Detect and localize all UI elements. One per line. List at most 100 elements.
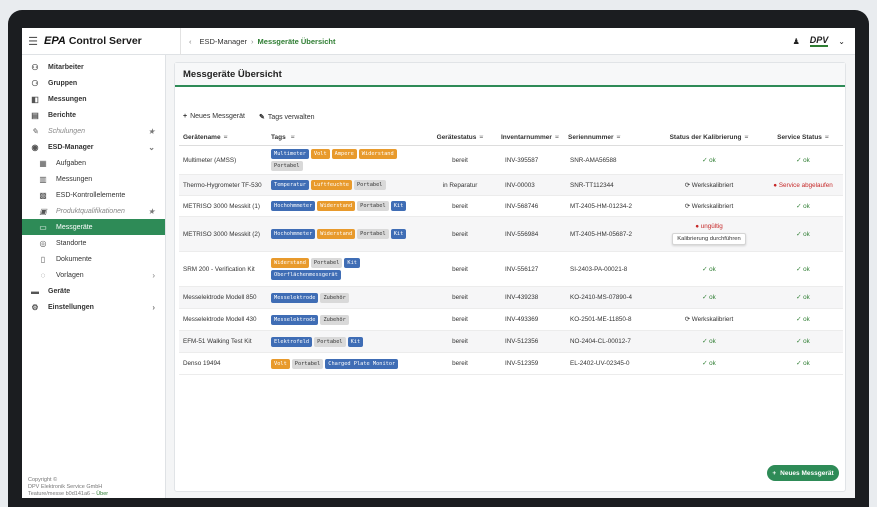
device-name[interactable]: Denso 19494 bbox=[179, 360, 271, 367]
sidebar-item-label: Messgeräte bbox=[56, 223, 93, 231]
breadcrumb: ‹ ESD-Manager › Messgeräte Übersicht bbox=[180, 28, 335, 55]
tag-chip: Widerstand bbox=[358, 149, 397, 159]
star-icon[interactable]: ★ bbox=[148, 127, 155, 136]
serial-number: KO-2501-ME-11850-8 bbox=[570, 316, 632, 323]
column-header[interactable]: Tags ⩸ bbox=[271, 134, 429, 142]
hamburger-menu-icon[interactable]: ☰ bbox=[22, 35, 44, 48]
star-icon[interactable]: ★ bbox=[148, 207, 155, 216]
sidebar-item-berichte[interactable]: ▤ Berichte bbox=[22, 107, 165, 123]
sidebar-item-dokumente[interactable]: ▯ Dokumente bbox=[22, 251, 165, 267]
toolbar: + Neues Messgerät ✎ Tags verwalten bbox=[183, 113, 315, 121]
sidebar-item-vorlagen[interactable]: ◌ Vorlagen › bbox=[22, 267, 165, 283]
sidebar-item-einstellungen[interactable]: ⚙ Einstellungen › bbox=[22, 299, 165, 315]
device-icon: ▭ bbox=[39, 222, 47, 232]
filter-icon[interactable]: ⩸ bbox=[479, 134, 483, 141]
device-name[interactable]: METRISO 3000 Messkit (2) bbox=[179, 231, 271, 238]
table-row[interactable]: Messelektrode Modell 850 Messelektrode Zub… bbox=[179, 287, 843, 309]
filter-icon[interactable]: ⩸ bbox=[825, 134, 829, 141]
table-row[interactable]: Multimeter (AMSS) Multimeter Volt Ampere Wid… bbox=[179, 146, 843, 175]
table-row[interactable]: Denso 19494 Volt Portabel Charged Plate Mon… bbox=[179, 353, 843, 375]
chevron-down-icon[interactable]: ⌄ bbox=[838, 37, 845, 46]
column-header[interactable]: Inventarnummer ⩸ bbox=[491, 134, 559, 142]
calibration-status-text: ● ungültig bbox=[695, 223, 723, 230]
column-header[interactable]: Gerätestatus ⩸ bbox=[429, 134, 491, 142]
table-row[interactable]: METRISO 3000 Messkit (2) Hochohmmeter Wide… bbox=[179, 217, 843, 252]
column-header[interactable]: Gerätename ⩸ bbox=[179, 134, 271, 142]
sidebar-item-standorte[interactable]: ◎ Standorte bbox=[22, 235, 165, 251]
sidebar-item-messungen-sub[interactable]: ▥ Messungen bbox=[22, 171, 165, 187]
sidebar-item-messgeraete[interactable]: ▭ Messgeräte bbox=[22, 219, 165, 235]
calibration-status-text: ⟳ Werkskalibriert bbox=[684, 181, 734, 189]
sidebar-item-geraete[interactable]: ▬ Geräte bbox=[22, 283, 165, 299]
perform-calibration-button[interactable]: Kalibrierung durchführen bbox=[672, 233, 746, 245]
chevron-left-icon[interactable]: ‹ bbox=[189, 37, 192, 46]
device-name[interactable]: Multimeter (AMSS) bbox=[179, 157, 271, 164]
chevron-right-icon[interactable]: › bbox=[152, 303, 155, 312]
tag-list: Elektrofeld Portabel Kit bbox=[271, 336, 429, 347]
tag-list: Hochohmmeter Widerstand Portabel Kit bbox=[271, 229, 429, 239]
column-header[interactable]: Status der Kalibrierung ⩸ bbox=[655, 134, 763, 142]
device-name[interactable]: Thermo-Hygrometer TF-530 bbox=[179, 182, 271, 189]
device-status: bereit bbox=[452, 360, 468, 367]
column-label: Status der Kalibrierung bbox=[669, 133, 742, 141]
column-header[interactable]: Seriennummer ⩸ bbox=[558, 134, 655, 142]
tag-chip: Volt bbox=[271, 358, 290, 369]
fab-label: Neues Messgerät bbox=[780, 469, 834, 477]
service-status: ✓ ok bbox=[796, 230, 810, 238]
tag-chip: Temperatur bbox=[271, 180, 309, 190]
filter-icon[interactable]: ⩸ bbox=[291, 134, 295, 142]
table-header: Gerätename ⩸ Tags ⩸ Gerätestatus ⩸ Inventar… bbox=[179, 130, 843, 146]
table-row[interactable]: Thermo-Hygrometer TF-530 Temperatur Luftfe… bbox=[179, 175, 843, 196]
device-name[interactable]: EFM-51 Walking Test Kit bbox=[179, 338, 271, 345]
device-name[interactable]: Messelektrode Modell 850 bbox=[179, 294, 271, 301]
chevron-down-icon[interactable]: ⌄ bbox=[148, 143, 155, 152]
new-device-fab[interactable]: + Neues Messgerät bbox=[767, 465, 839, 481]
table-row[interactable]: SRM 200 - Verification Kit Widerstand Port… bbox=[179, 252, 843, 287]
device-status: bereit bbox=[452, 156, 468, 164]
copyright-block: Copyright © DPV Elektronik Service GmbH … bbox=[28, 477, 108, 498]
table-row[interactable]: Messelektrode Modell 430 Messelektrode Zub… bbox=[179, 309, 843, 331]
table-row[interactable]: EFM-51 Walking Test Kit Elektrofeld Portab… bbox=[179, 331, 843, 353]
sidebar-item-mitarbeiter[interactable]: ⚇ Mitarbeiter bbox=[22, 59, 165, 75]
sidebar-item-produktqualifikationen[interactable]: ▣ Produktqualifikationen ★ bbox=[22, 203, 165, 219]
tag-chip: Zubehör bbox=[320, 314, 349, 325]
sidebar-item-esd-manager[interactable]: ◉ ESD-Manager ⌄ bbox=[22, 139, 165, 155]
chevron-right-icon[interactable]: › bbox=[152, 271, 155, 280]
app-screen: ☰ EPA Control Server ‹ ESD-Manager › Mes… bbox=[22, 28, 855, 498]
device-name[interactable]: SRM 200 - Verification Kit bbox=[179, 266, 271, 273]
device-name[interactable]: METRISO 3000 Messkit (1) bbox=[179, 203, 271, 210]
device-name[interactable]: Messelektrode Modell 430 bbox=[179, 316, 271, 323]
sidebar-item-schulungen[interactable]: ✎ Schulungen ★ bbox=[22, 123, 165, 139]
task-icon: ▦ bbox=[39, 158, 47, 168]
new-device-button[interactable]: + Neues Messgerät bbox=[183, 113, 245, 121]
control-icon: ▩ bbox=[39, 190, 47, 200]
inventory-number: INV-512359 bbox=[505, 360, 539, 367]
service-status: ✓ ok bbox=[796, 202, 810, 210]
tag-chip: Widerstand bbox=[317, 229, 356, 239]
user-icon[interactable]: ♟ bbox=[793, 37, 800, 46]
column-header[interactable]: Service Status ⩸ bbox=[763, 134, 843, 142]
inventory-number: INV-00003 bbox=[505, 181, 535, 189]
sidebar-item-esd-kontrollelemente[interactable]: ▩ ESD-Kontrollelemente bbox=[22, 187, 165, 203]
about-link[interactable]: Über bbox=[96, 491, 108, 497]
table-row[interactable]: METRISO 3000 Messkit (1) Hochohmmeter Wide… bbox=[179, 196, 843, 217]
tag-chip: Luftfeuchte bbox=[310, 180, 352, 190]
esd-icon: ◉ bbox=[31, 142, 39, 152]
sidebar-item-label: Geräte bbox=[48, 287, 71, 295]
calibration-status-text: ✓ ok bbox=[702, 360, 716, 367]
calibration-status: ⟳ Werkskalibriert bbox=[655, 182, 763, 189]
breadcrumb-item-esd-manager[interactable]: ESD-Manager bbox=[200, 37, 248, 46]
manage-tags-label: Tags verwalten bbox=[267, 114, 315, 121]
sidebar-item-messungen[interactable]: ◧ Messungen bbox=[22, 91, 165, 107]
app-brand[interactable]: EPA Control Server bbox=[44, 35, 180, 47]
filter-icon[interactable]: ⩸ bbox=[744, 134, 748, 141]
calibration-status: ✓ ok bbox=[655, 360, 763, 367]
service-status: ✓ ok bbox=[796, 316, 810, 323]
sidebar-item-aufgaben[interactable]: ▦ Aufgaben bbox=[22, 155, 165, 171]
filter-icon[interactable]: ⩸ bbox=[617, 134, 621, 141]
manage-tags-button[interactable]: ✎ Tags verwalten bbox=[259, 113, 315, 121]
sidebar-item-gruppen[interactable]: ⚆ Gruppen bbox=[22, 75, 165, 91]
filter-icon[interactable]: ⩸ bbox=[224, 134, 228, 141]
device-status: bereit bbox=[452, 230, 468, 238]
tag-chip: Charged Plate Monitor bbox=[325, 358, 399, 369]
